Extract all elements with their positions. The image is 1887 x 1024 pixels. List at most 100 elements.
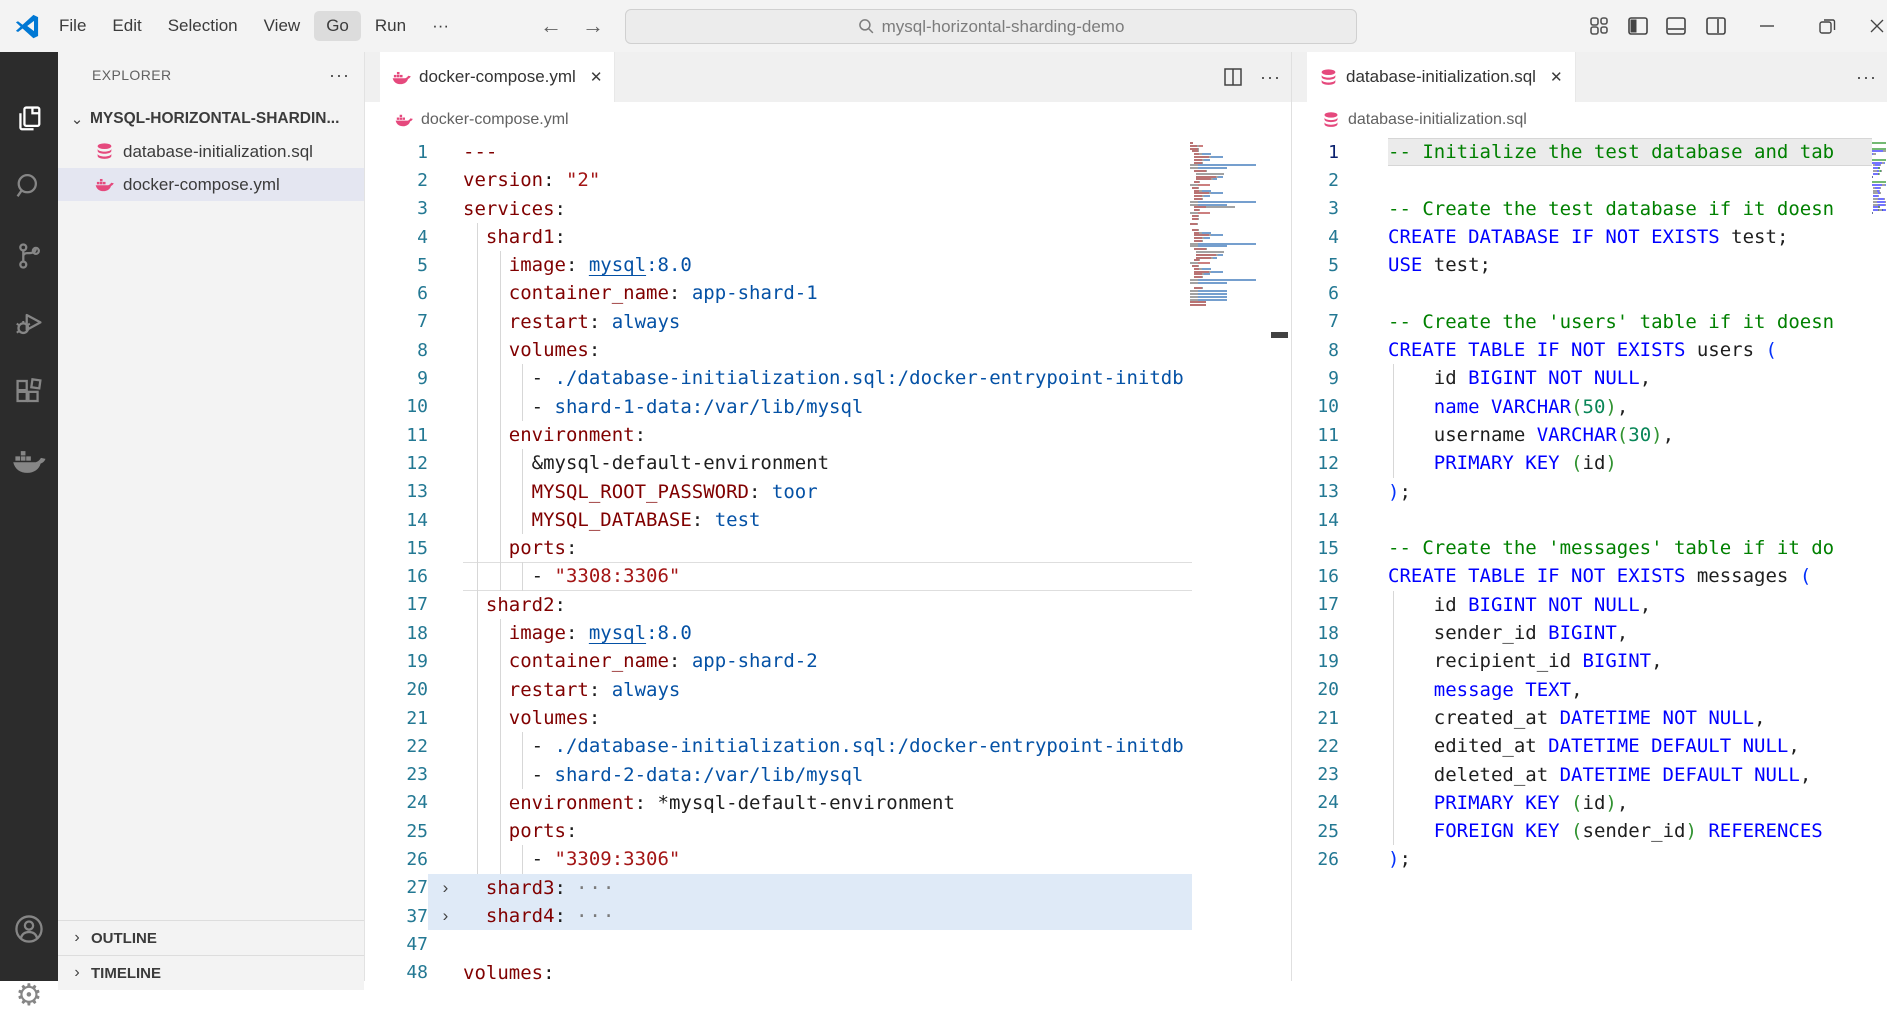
close-tab-icon[interactable]: ✕ xyxy=(1550,68,1563,86)
code-line-4[interactable]: 4 shard1: xyxy=(365,223,1192,251)
code-line-20[interactable]: 20 message TEXT, xyxy=(1292,676,1872,704)
tab-docker-compose.yml[interactable]: docker-compose.yml✕ xyxy=(380,52,615,102)
code-line-19[interactable]: 19 container_name: app-shard-2 xyxy=(365,647,1192,675)
code-line-6[interactable]: 6 container_name: app-shard-1 xyxy=(365,279,1192,307)
code-line-4[interactable]: 4CREATE DATABASE IF NOT EXISTS test; xyxy=(1292,223,1872,251)
code-line-14[interactable]: 14 MYSQL_DATABASE: test xyxy=(365,506,1192,534)
code-line-48[interactable]: 48volumes: xyxy=(365,959,1192,981)
code-line-17[interactable]: 17 shard2: xyxy=(365,591,1192,619)
explorer-more-actions-icon[interactable]: ··· xyxy=(329,65,350,86)
code-line-21[interactable]: 21 volumes: xyxy=(365,704,1192,732)
activitybar-extensions-icon[interactable] xyxy=(0,364,58,422)
menu-view[interactable]: View xyxy=(252,11,313,41)
code-line-15[interactable]: 15-- Create the 'messages' table if it d… xyxy=(1292,534,1872,562)
menu-file[interactable]: File xyxy=(47,11,98,41)
code-line-24[interactable]: 24 environment: *mysql-default-environme… xyxy=(365,789,1192,817)
back-arrow-icon[interactable]: ← xyxy=(536,11,566,41)
menu-edit[interactable]: Edit xyxy=(100,11,153,41)
menu-[interactable]: ··· xyxy=(420,11,461,41)
code-line-47[interactable]: 47 xyxy=(365,930,1192,958)
forward-arrow-icon[interactable]: → xyxy=(578,11,608,41)
code-line-18[interactable]: 18 image: mysql:8.0 xyxy=(365,619,1192,647)
code-line-7[interactable]: 7-- Create the 'users' table if it doesn xyxy=(1292,308,1872,336)
code-editor[interactable]: 1-- Initialize the test database and tab… xyxy=(1292,138,1887,981)
toggle-panel-icon[interactable] xyxy=(1661,11,1691,41)
activitybar-search-icon[interactable] xyxy=(0,157,58,215)
editor-group-divider[interactable] xyxy=(1291,52,1292,981)
code-line-8[interactable]: 8 volumes: xyxy=(365,336,1192,364)
toggle-secondary-sidebar-icon[interactable] xyxy=(1701,11,1731,41)
close-button[interactable] xyxy=(1862,11,1887,41)
code-line-3[interactable]: 3services: xyxy=(365,195,1192,223)
folded-ellipsis[interactable]: ··· xyxy=(576,905,616,927)
activitybar-account-icon[interactable] xyxy=(0,900,58,958)
fold-chevron-icon[interactable]: › xyxy=(428,874,463,902)
code-line-8[interactable]: 8CREATE TABLE IF NOT EXISTS users ( xyxy=(1292,336,1872,364)
code-line-5[interactable]: 5 image: mysql:8.0 xyxy=(365,251,1192,279)
activitybar-settings-icon[interactable]: ⚙ xyxy=(0,966,58,1024)
code-line-11[interactable]: 11 environment: xyxy=(365,421,1192,449)
code-line-12[interactable]: 12 PRIMARY KEY (id) xyxy=(1292,449,1872,477)
code-line-10[interactable]: 10 - shard-1-data:/var/lib/mysql xyxy=(365,393,1192,421)
code-line-16[interactable]: 16 - "3308:3306" xyxy=(365,562,1192,590)
menu-go[interactable]: Go xyxy=(314,11,361,41)
breadcrumb[interactable]: docker-compose.yml xyxy=(365,102,1291,138)
code-editor[interactable]: 1---2version: "2"3services:4 shard1:5 im… xyxy=(365,138,1291,981)
code-line-5[interactable]: 5USE test; xyxy=(1292,251,1872,279)
close-tab-icon[interactable]: ✕ xyxy=(590,68,603,86)
code-line-1[interactable]: 1-- Initialize the test database and tab xyxy=(1292,138,1872,166)
minimap[interactable] xyxy=(1872,142,1886,215)
code-line-1[interactable]: 1--- xyxy=(365,138,1192,166)
menu-selection[interactable]: Selection xyxy=(156,11,250,41)
code-line-7[interactable]: 7 restart: always xyxy=(365,308,1192,336)
code-line-25[interactable]: 25 FOREIGN KEY (sender_id) REFERENCES xyxy=(1292,817,1872,845)
restore-button[interactable] xyxy=(1812,11,1842,41)
code-line-9[interactable]: 9 id BIGINT NOT NULL, xyxy=(1292,364,1872,392)
editor-more-actions-icon[interactable]: ··· xyxy=(1856,67,1877,88)
tab-database-initialization.sql[interactable]: database-initialization.sql✕ xyxy=(1307,52,1576,102)
code-line-13[interactable]: 13 MYSQL_ROOT_PASSWORD: toor xyxy=(365,478,1192,506)
activitybar-run-debug-icon[interactable] xyxy=(0,294,58,352)
customize-layout-icon[interactable] xyxy=(1584,11,1614,41)
sidebar-section-timeline[interactable]: ›TIMELINE xyxy=(58,955,364,990)
code-line-27[interactable]: 27› shard3:··· xyxy=(365,874,1192,902)
code-line-22[interactable]: 22 - ./database-initialization.sql:/dock… xyxy=(365,732,1192,760)
menu-run[interactable]: Run xyxy=(363,11,418,41)
code-line-6[interactable]: 6 xyxy=(1292,279,1872,307)
code-line-12[interactable]: 12 &mysql-default-environment xyxy=(365,449,1192,477)
activitybar-explorer-icon[interactable] xyxy=(0,90,58,148)
code-line-13[interactable]: 13); xyxy=(1292,478,1872,506)
code-line-15[interactable]: 15 ports: xyxy=(365,534,1192,562)
code-line-10[interactable]: 10 name VARCHAR(50), xyxy=(1292,393,1872,421)
code-line-20[interactable]: 20 restart: always xyxy=(365,676,1192,704)
code-line-9[interactable]: 9 - ./database-initialization.sql:/docke… xyxy=(365,364,1192,392)
editor-more-actions-icon[interactable]: ··· xyxy=(1260,67,1281,88)
code-line-26[interactable]: 26); xyxy=(1292,845,1872,873)
code-line-2[interactable]: 2 xyxy=(1292,166,1872,194)
minimap[interactable] xyxy=(1190,142,1268,307)
file-item-database-initialization.sql[interactable]: database-initialization.sql xyxy=(58,135,364,168)
toggle-primary-sidebar-icon[interactable] xyxy=(1623,11,1653,41)
split-editor-icon[interactable] xyxy=(1222,66,1244,88)
command-center-search[interactable]: mysql-horizontal-sharding-demo xyxy=(625,9,1357,44)
folded-ellipsis[interactable]: ··· xyxy=(576,877,616,899)
fold-chevron-icon[interactable]: › xyxy=(428,902,463,930)
code-line-21[interactable]: 21 created_at DATETIME NOT NULL, xyxy=(1292,704,1872,732)
code-line-17[interactable]: 17 id BIGINT NOT NULL, xyxy=(1292,591,1872,619)
activitybar-source-control-icon[interactable] xyxy=(0,227,58,285)
code-line-16[interactable]: 16CREATE TABLE IF NOT EXISTS messages ( xyxy=(1292,562,1872,590)
code-line-11[interactable]: 11 username VARCHAR(30), xyxy=(1292,421,1872,449)
code-line-22[interactable]: 22 edited_at DATETIME DEFAULT NULL, xyxy=(1292,732,1872,760)
code-line-18[interactable]: 18 sender_id BIGINT, xyxy=(1292,619,1872,647)
code-line-26[interactable]: 26 - "3309:3306" xyxy=(365,845,1192,873)
activitybar-docker-icon[interactable] xyxy=(0,432,58,490)
workspace-folder-row[interactable]: ⌄ MYSQL-HORIZONTAL-SHARDIN... xyxy=(58,102,364,135)
breadcrumb[interactable]: database-initialization.sql xyxy=(1292,102,1887,138)
file-item-docker-compose.yml[interactable]: docker-compose.yml xyxy=(58,168,364,201)
code-line-23[interactable]: 23 - shard-2-data:/var/lib/mysql xyxy=(365,761,1192,789)
minimize-button[interactable] xyxy=(1752,11,1782,41)
code-line-3[interactable]: 3-- Create the test database if it doesn xyxy=(1292,195,1872,223)
code-line-37[interactable]: 37› shard4:··· xyxy=(365,902,1192,930)
code-line-25[interactable]: 25 ports: xyxy=(365,817,1192,845)
code-line-23[interactable]: 23 deleted_at DATETIME DEFAULT NULL, xyxy=(1292,761,1872,789)
